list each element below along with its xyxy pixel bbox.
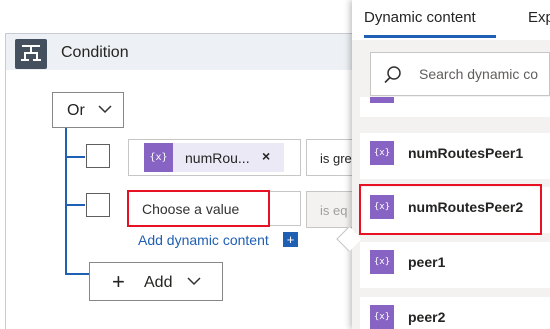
condition-title: Condition: [61, 44, 129, 61]
row1-operator-select[interactable]: is gre: [306, 139, 358, 176]
condition-header[interactable]: Condition: [5, 33, 357, 70]
tree-line-vertical: [65, 128, 67, 274]
item-label: peer1: [408, 254, 446, 270]
row1-left-operand[interactable]: {x} numRou... ×: [128, 139, 301, 176]
expression-icon: {x}: [370, 250, 394, 274]
tab-expression[interactable]: Exp: [528, 9, 550, 26]
list-item[interactable]: {x} numRoutesPeer1: [360, 133, 550, 179]
row1-checkbox[interactable]: [86, 144, 110, 168]
row2-operator-value: is eq: [320, 203, 348, 218]
plus-icon: +: [112, 269, 125, 294]
panel-tabs: Dynamic content Exp: [352, 0, 550, 40]
dynamic-content-panel: Dynamic content Exp Search dynamic co {x…: [352, 0, 550, 329]
chevron-down-icon: [98, 105, 112, 114]
active-tab-indicator: [364, 35, 496, 38]
expression-icon: {x}: [370, 97, 394, 103]
tree-line-row1: [65, 156, 85, 158]
expression-icon: {x}: [144, 143, 173, 172]
add-dynamic-content-plus-icon[interactable]: +: [283, 232, 298, 247]
item-label: numRoutesPeer1: [408, 145, 524, 161]
tree-line-row2: [65, 204, 85, 206]
list-item[interactable]: {x} numRoutesPeer2: [360, 187, 550, 233]
search-icon: [384, 66, 401, 84]
token-label: numRou...: [185, 150, 250, 166]
expression-icon: {x}: [370, 195, 394, 219]
group-operator-select[interactable]: Or: [52, 92, 124, 128]
expression-icon: {x}: [370, 305, 394, 329]
item-label: numRouteSet: [408, 97, 499, 99]
search-placeholder: Search dynamic co: [419, 66, 539, 82]
close-icon[interactable]: ×: [262, 148, 270, 164]
value-placeholder: Choose a value: [142, 201, 240, 217]
list-item[interactable]: {x} numRouteSet: [360, 97, 550, 117]
row1-operator-value: is gre: [320, 151, 352, 166]
group-operator-value: Or: [67, 102, 85, 119]
row2-checkbox[interactable]: [86, 193, 110, 217]
tree-line-add: [65, 273, 89, 275]
row2-operator-select[interactable]: is eq: [306, 191, 358, 228]
expression-icon: {x}: [370, 141, 394, 165]
condition-icon: [15, 39, 47, 69]
item-label: numRoutesPeer2: [408, 199, 524, 215]
chevron-down-icon: [187, 277, 201, 286]
list-item[interactable]: {x} peer2: [360, 297, 550, 329]
row2-value-input[interactable]: Choose a value: [128, 191, 301, 226]
search-input[interactable]: Search dynamic co: [370, 52, 550, 96]
list-item[interactable]: {x} peer1: [360, 242, 550, 288]
add-button-label: Add: [144, 274, 173, 291]
add-button[interactable]: + Add: [89, 262, 223, 301]
add-dynamic-content-link[interactable]: Add dynamic content: [138, 232, 269, 248]
item-label: peer2: [408, 309, 446, 325]
dynamic-token[interactable]: {x} numRou... ×: [144, 143, 284, 172]
dynamic-content-list: {x} numRouteSet {x} numRoutesPeer1 {x} n…: [352, 97, 550, 329]
tab-dynamic-content[interactable]: Dynamic content: [364, 9, 476, 26]
